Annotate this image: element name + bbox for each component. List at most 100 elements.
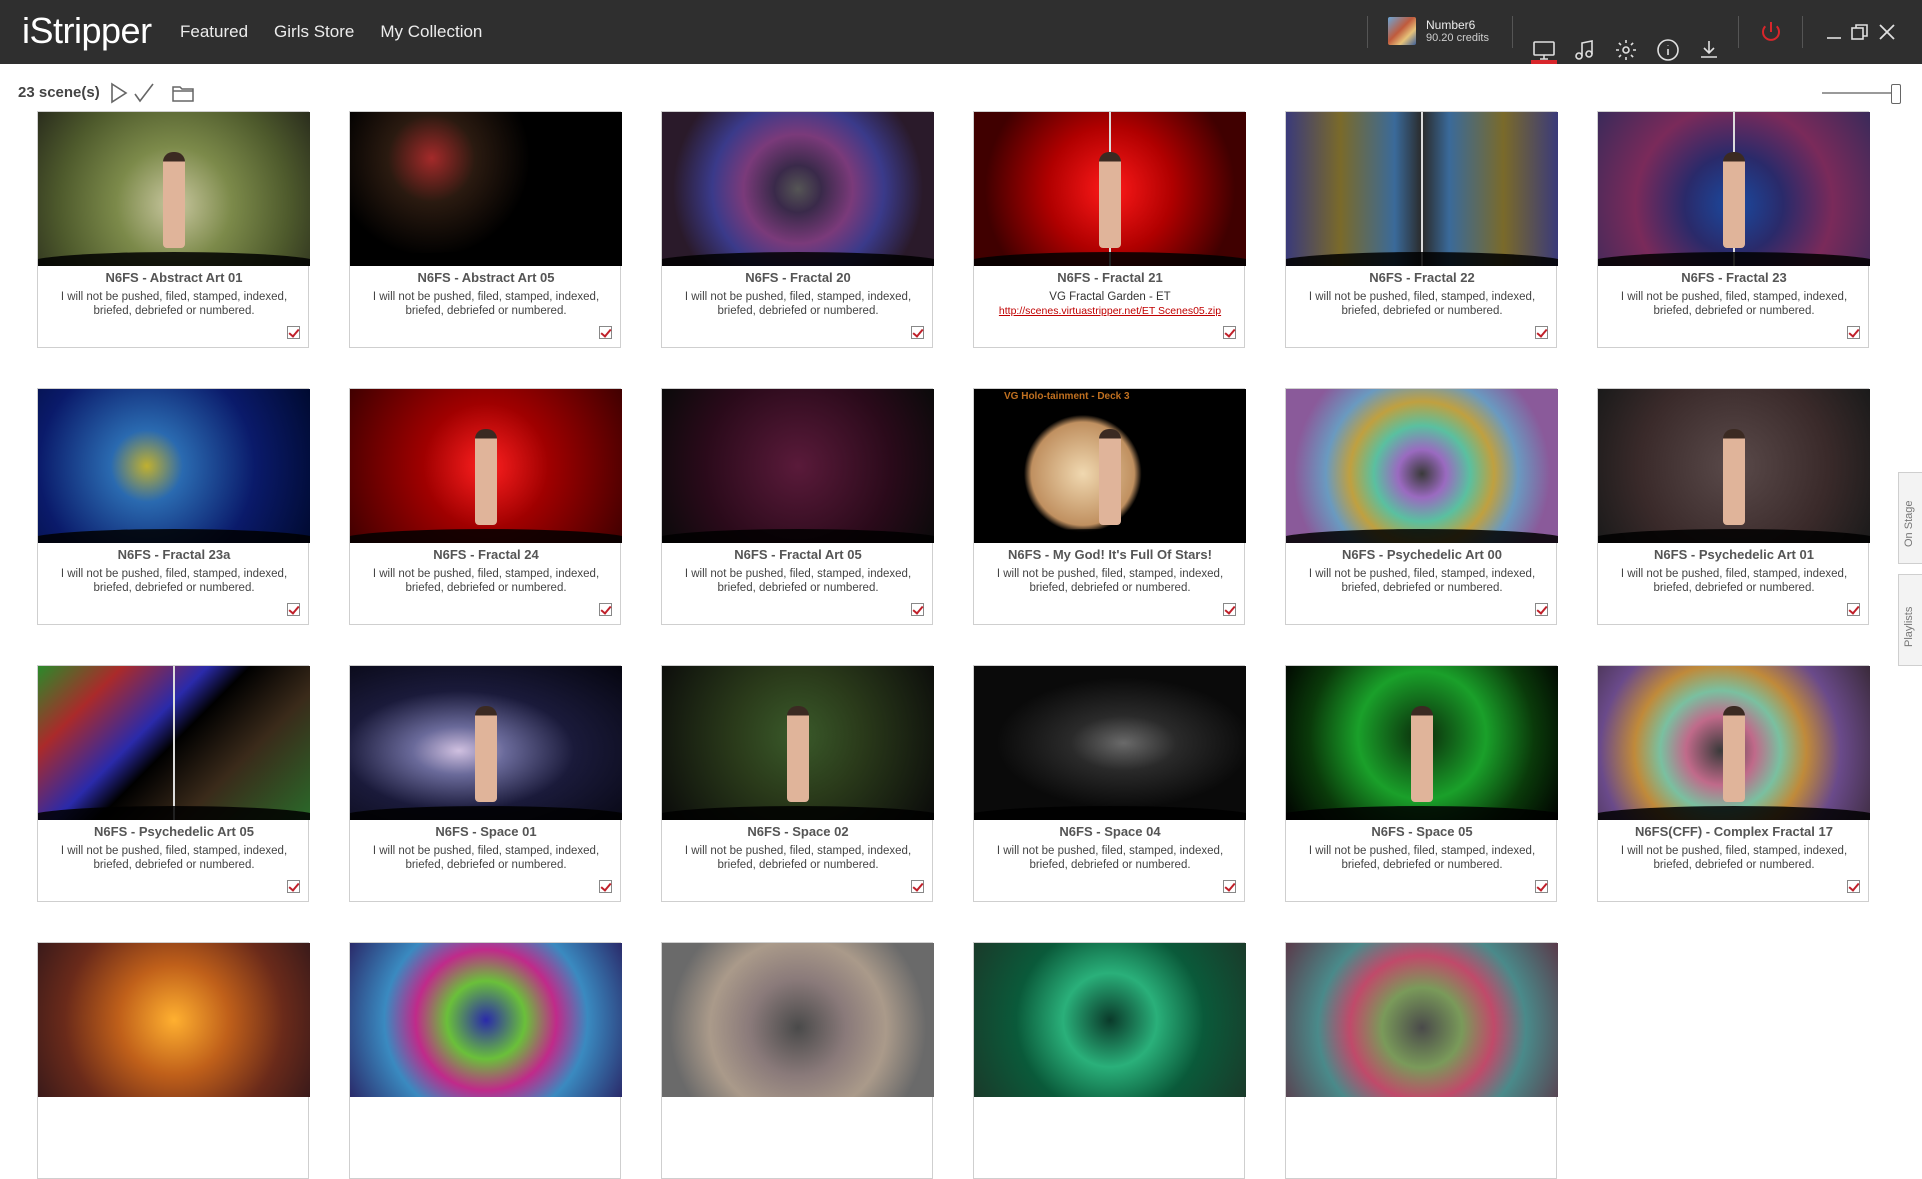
scene-enabled-checkbox[interactable] — [1535, 603, 1548, 616]
user-account[interactable]: Number6 90.20 credits — [1388, 17, 1489, 45]
scene-card[interactable]: N6FS - Psychedelic Art 01 I will not be p… — [1597, 388, 1870, 625]
tab-playlists[interactable]: Playlists — [1898, 574, 1922, 666]
model-figure — [1099, 152, 1121, 248]
tab-on-stage[interactable]: On Stage — [1898, 472, 1922, 564]
stage-floor — [38, 529, 310, 543]
scene-title: N6FS - Fractal 23 — [1681, 270, 1787, 285]
stage-floor — [1598, 806, 1870, 820]
scene-thumbnail[interactable] — [662, 112, 934, 266]
scene-card[interactable]: N6FS - Fractal 23 I will not be pushed, f… — [1597, 111, 1870, 348]
scene-thumbnail[interactable] — [350, 943, 622, 1097]
scene-thumbnail[interactable] — [1286, 112, 1558, 266]
model-figure — [1723, 429, 1745, 525]
scene-thumbnail[interactable] — [662, 389, 934, 543]
settings-icon[interactable] — [1612, 36, 1640, 64]
scene-thumbnail[interactable] — [1598, 389, 1870, 543]
scene-enabled-checkbox[interactable] — [1223, 326, 1236, 339]
scene-card[interactable]: N6FS - Fractal 21 VG Fractal Garden - ET h… — [973, 111, 1246, 348]
scene-card[interactable]: N6FS - Fractal 22 I will not be pushed, f… — [1285, 111, 1558, 348]
scene-enabled-checkbox[interactable] — [287, 326, 300, 339]
scene-card[interactable]: N6FS - Space 04 I will not be pushed, fil… — [973, 665, 1246, 902]
scene-enabled-checkbox[interactable] — [911, 326, 924, 339]
zoom-slider-track[interactable] — [1822, 92, 1898, 94]
scene-thumbnail[interactable] — [350, 389, 622, 543]
scene-card[interactable] — [973, 942, 1246, 1179]
scene-enabled-checkbox[interactable] — [911, 880, 924, 893]
stage-floor — [662, 252, 934, 266]
scene-card[interactable] — [661, 942, 934, 1179]
stage-floor — [1598, 252, 1870, 266]
stage-floor — [1598, 529, 1870, 543]
scene-thumbnail[interactable] — [350, 112, 622, 266]
checkmark-icon[interactable] — [133, 82, 155, 104]
scene-card[interactable] — [37, 942, 310, 1179]
stage-floor — [974, 806, 1246, 820]
scene-thumbnail[interactable] — [1286, 943, 1558, 1097]
scene-card[interactable]: N6FS - Psychedelic Art 05 I will not be p… — [37, 665, 310, 902]
scene-card[interactable]: VG Holo-tainment - Deck 3 N6FS - My God! … — [973, 388, 1246, 625]
scene-download-link[interactable]: http://scenes.virtuastripper.net/ET Scen… — [999, 305, 1221, 317]
user-credits: 90.20 credits — [1426, 31, 1489, 44]
play-icon[interactable] — [108, 82, 130, 104]
scene-thumbnail[interactable] — [38, 943, 310, 1097]
scene-enabled-checkbox[interactable] — [287, 603, 300, 616]
scene-title: N6FS - Abstract Art 01 — [105, 270, 243, 285]
scene-card[interactable]: N6FS - Fractal 24 I will not be pushed, f… — [349, 388, 622, 625]
folder-icon[interactable] — [172, 82, 194, 104]
scene-enabled-checkbox[interactable] — [287, 880, 300, 893]
download-icon[interactable] — [1695, 36, 1723, 64]
zoom-slider-handle[interactable] — [1891, 84, 1901, 104]
scene-card[interactable]: N6FS - Space 05 I will not be pushed, fil… — [1285, 665, 1558, 902]
scene-thumbnail[interactable] — [1286, 666, 1558, 820]
scene-thumbnail[interactable] — [974, 943, 1246, 1097]
scene-card[interactable]: N6FS - Fractal 20 I will not be pushed, f… — [661, 111, 934, 348]
scene-card[interactable]: N6FS(CFF) - Complex Fractal 17 I will not… — [1597, 665, 1870, 902]
scene-thumbnail[interactable] — [662, 666, 934, 820]
scene-enabled-checkbox[interactable] — [1847, 880, 1860, 893]
restore-icon[interactable] — [1846, 18, 1874, 46]
scene-thumbnail[interactable]: VG Holo-tainment - Deck 3 — [974, 389, 1246, 543]
scene-enabled-checkbox[interactable] — [1223, 880, 1236, 893]
scene-card[interactable]: N6FS - Fractal Art 05 I will not be pushe… — [661, 388, 934, 625]
scene-thumbnail[interactable] — [662, 943, 934, 1097]
scene-card[interactable] — [1285, 942, 1558, 1179]
scene-enabled-checkbox[interactable] — [599, 603, 612, 616]
scene-count: 23 scene(s) — [18, 84, 100, 101]
scene-enabled-checkbox[interactable] — [1535, 880, 1548, 893]
scene-card[interactable]: N6FS - Abstract Art 05 I will not be push… — [349, 111, 622, 348]
scene-card[interactable]: N6FS - Space 02 I will not be pushed, fil… — [661, 665, 934, 902]
scene-enabled-checkbox[interactable] — [599, 880, 612, 893]
scene-thumbnail[interactable] — [974, 112, 1246, 266]
scene-card[interactable] — [349, 942, 622, 1179]
scene-enabled-checkbox[interactable] — [599, 326, 612, 339]
nav-girls-store[interactable]: Girls Store — [274, 22, 354, 42]
close-icon[interactable] — [1873, 18, 1901, 46]
istripper-logo[interactable]: iStripper — [22, 10, 152, 52]
model-figure — [1099, 429, 1121, 525]
minimize-icon[interactable] — [1820, 18, 1848, 46]
scene-thumbnail[interactable] — [38, 112, 310, 266]
nav-my-collection[interactable]: My Collection — [380, 22, 482, 42]
scene-enabled-checkbox[interactable] — [911, 603, 924, 616]
scene-enabled-checkbox[interactable] — [1847, 603, 1860, 616]
nav-featured[interactable]: Featured — [180, 22, 248, 42]
power-icon[interactable] — [1757, 18, 1785, 46]
scene-thumbnail[interactable] — [38, 666, 310, 820]
scene-enabled-checkbox[interactable] — [1223, 603, 1236, 616]
scene-enabled-checkbox[interactable] — [1535, 326, 1548, 339]
scene-thumbnail[interactable] — [974, 666, 1246, 820]
scene-thumbnail[interactable] — [38, 389, 310, 543]
scene-enabled-checkbox[interactable] — [1847, 326, 1860, 339]
info-icon[interactable] — [1654, 36, 1682, 64]
scene-thumbnail[interactable] — [1598, 112, 1870, 266]
scene-thumbnail[interactable] — [1286, 389, 1558, 543]
scene-card[interactable]: N6FS - Space 01 I will not be pushed, fil… — [349, 665, 622, 902]
scene-card[interactable]: N6FS - Psychedelic Art 00 I will not be p… — [1285, 388, 1558, 625]
scene-thumbnail[interactable] — [1598, 666, 1870, 820]
scene-title: N6FS(CFF) - Complex Fractal 17 — [1635, 824, 1833, 839]
scene-card[interactable]: N6FS - Abstract Art 01 I will not be push… — [37, 111, 310, 348]
music-icon[interactable] — [1571, 36, 1599, 64]
scene-card[interactable]: N6FS - Fractal 23a I will not be pushed, … — [37, 388, 310, 625]
scene-thumbnail[interactable] — [350, 666, 622, 820]
scene-title: N6FS - Space 05 — [1371, 824, 1473, 839]
